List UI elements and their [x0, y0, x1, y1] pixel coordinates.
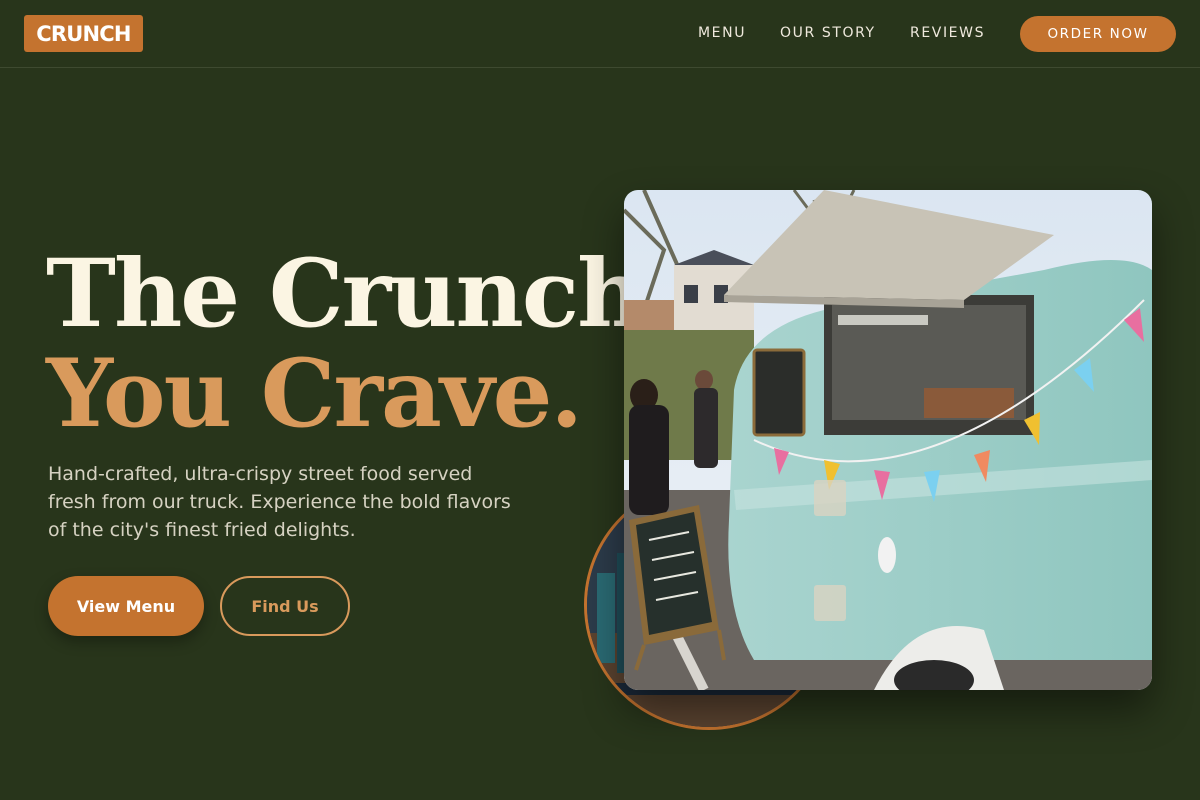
view-menu-button[interactable]: View Menu: [48, 576, 204, 636]
food-truck-photo: [624, 190, 1152, 690]
nav-link-our-story[interactable]: OUR STORY: [780, 25, 876, 43]
top-navbar: CRUNCH MENU OUR STORY REVIEWS ORDER NOW: [0, 0, 1200, 68]
order-now-button[interactable]: ORDER NOW: [1020, 16, 1176, 52]
hero-subtitle: Hand-crafted, ultra-crispy street food s…: [48, 463, 511, 541]
nav-link-menu[interactable]: MENU: [698, 25, 746, 43]
food-truck-illustration: [624, 190, 1152, 690]
nav-link-reviews[interactable]: REVIEWS: [910, 25, 985, 43]
hero-title-line1: The Crunch: [46, 239, 645, 349]
hero-headline: The Crunch You Crave.: [46, 239, 645, 449]
logo[interactable]: CRUNCH: [24, 15, 143, 52]
find-us-button[interactable]: Find Us: [220, 576, 350, 636]
hero-title-line2: You Crave.: [46, 339, 583, 449]
